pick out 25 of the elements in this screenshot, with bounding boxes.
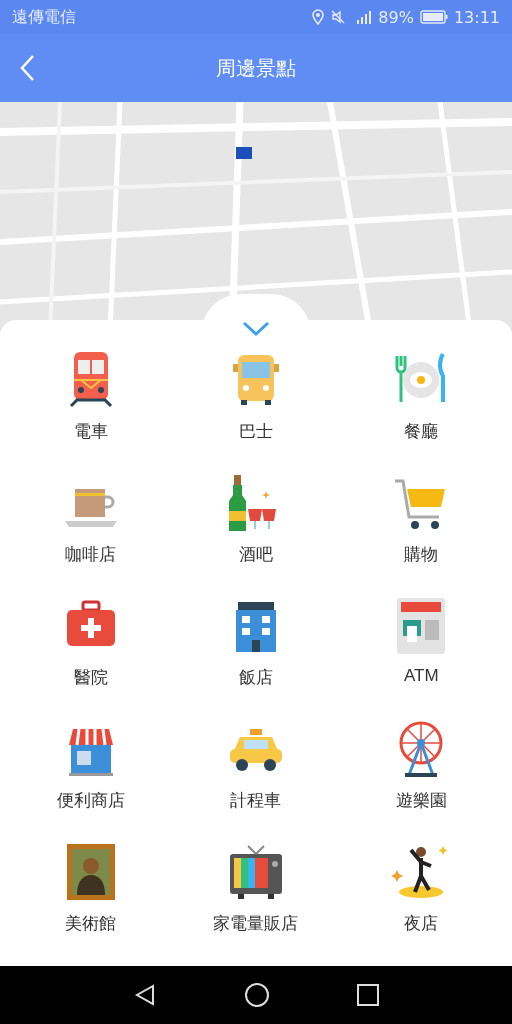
category-item[interactable]: 家電量販店 [213, 842, 299, 938]
battery-percent: 89% [378, 7, 414, 27]
category-item[interactable]: 巴士 [226, 350, 286, 446]
category-item[interactable]: 酒吧 [226, 473, 286, 569]
page-title: 周邊景點 [216, 54, 296, 82]
category-item[interactable]: 美術館 [60, 842, 121, 938]
carrier-name: 遠傳電信 [12, 6, 77, 28]
category-item[interactable]: 電車 [60, 350, 121, 446]
category-item[interactable]: ATM [391, 596, 452, 692]
category-item[interactable]: 餐廳 [391, 350, 452, 446]
category-item[interactable]: 醫院 [60, 596, 121, 692]
category-item[interactable]: 購物 [391, 473, 452, 569]
location-icon [312, 9, 325, 25]
category-item[interactable]: 便利商店 [56, 719, 125, 815]
category-item[interactable]: 飯店 [226, 596, 286, 692]
collapse-chevron-icon[interactable] [241, 320, 271, 338]
category-item[interactable]: 計程車 [226, 719, 286, 815]
battery-icon [419, 10, 448, 24]
home-nav-icon[interactable] [244, 982, 270, 1008]
category-item[interactable]: 夜店 [391, 842, 452, 938]
category-item[interactable]: 遊樂園 [391, 719, 452, 815]
recents-nav-icon[interactable] [356, 984, 379, 1006]
category-item[interactable]: 咖啡店 [60, 473, 121, 569]
mute-icon [330, 9, 347, 25]
clock-time: 13:11 [453, 7, 500, 27]
